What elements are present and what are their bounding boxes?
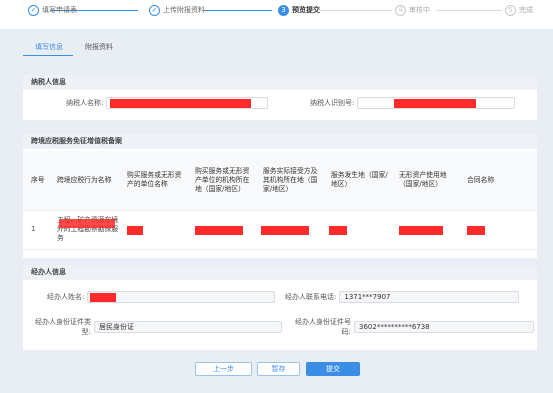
redaction-mark [467, 225, 485, 235]
filing-panel: 跨境应税服务免征增值税备案 序号 跨境应税行为名称 购买服务或无形资产的单位名称… [23, 134, 537, 258]
agent-panel: 经办人信息 经办人姓名: 经办人联系电话: 1371***7907 经办人身份证… [23, 265, 537, 350]
field-label: 纳税人名称: [66, 99, 104, 107]
filing-table: 序号 跨境应税行为名称 购买服务或无形资产的单位名称 购买服务或无形资产单位的机… [23, 151, 537, 250]
agent-phone-field[interactable]: 1371***7907 [339, 291, 520, 303]
table-cell [123, 210, 191, 250]
step-number: 3 [278, 5, 289, 16]
field-label: 经办人联系电话: [285, 293, 337, 301]
taxpayer-id-field[interactable] [357, 97, 516, 109]
agent-phone-row: 经办人联系电话: 1371***7907 [285, 291, 520, 303]
redaction-mark [127, 225, 143, 235]
redaction-mark [329, 225, 347, 235]
progress-steps: ✓ 填写申请表 ✓ 上传附报资料 3 预览提交 4 审核中 5 完成 [0, 0, 553, 30]
section-title: 跨境应税服务免征增值税备案 [23, 134, 537, 149]
step-label: 预览提交 [292, 6, 320, 14]
taxpayer-name-field[interactable] [106, 97, 269, 109]
step-label: 上传附报资料 [163, 6, 205, 14]
table-cell [463, 210, 537, 250]
step-1: ✓ 填写申请表 [28, 5, 77, 25]
redaction-mark [261, 225, 309, 235]
taxpayer-id-row: 纳税人识别号: [310, 97, 516, 109]
step-label: 填写申请表 [42, 6, 77, 14]
table-header-row: 序号 跨境应税行为名称 购买服务或无形资产的单位名称 购买服务或无形资产单位的机… [23, 151, 537, 211]
redaction-mark [59, 218, 115, 228]
redaction-mark [195, 225, 243, 235]
step-label: 审核中 [409, 6, 430, 14]
redaction-mark [90, 293, 117, 302]
column-header: 购买服务或无形资产单位的机构所在地（国家/地区） [191, 151, 259, 211]
column-header: 服务实际接受方及其机构所在地（国家/地区） [259, 151, 327, 211]
redaction-mark [110, 99, 252, 108]
redaction-mark [394, 99, 477, 108]
agent-idtype-field[interactable]: 居民身份证 [94, 321, 282, 333]
agent-idtype-row: 经办人身份证件类型: 居民身份证 [29, 317, 282, 337]
step-connector [436, 10, 502, 11]
column-header: 购买服务或无形资产的单位名称 [123, 151, 191, 211]
save-button[interactable]: 暂存 [257, 362, 300, 376]
section-title: 经办人信息 [23, 265, 537, 280]
agent-idno-row: 经办人身份证件号码: 3602**********6738 [287, 317, 534, 337]
field-label: 经办人姓名: [47, 293, 85, 301]
step-3: 3 预览提交 [278, 5, 320, 25]
step-number: 5 [505, 5, 516, 16]
column-header: 跨境应税行为名称 [53, 151, 123, 211]
field-label: 纳税人识别号: [310, 99, 355, 107]
agent-name-row: 经办人姓名: [47, 291, 276, 303]
field-label: 经办人身份证件类型: [35, 318, 91, 336]
tab-attachments[interactable]: 附报资料 [73, 40, 123, 56]
submit-button[interactable]: 提交 [306, 362, 360, 376]
taxpayer-panel: 纳税人信息 纳税人名称: 纳税人识别号: [23, 75, 537, 120]
table-cell: 工程、矿产资源在境外的工程勘察勘探服务 [53, 210, 123, 250]
step-label: 完成 [519, 6, 533, 14]
tab-fill-info[interactable]: 填写信息 [23, 40, 73, 56]
table-cell [327, 210, 395, 250]
step-2: ✓ 上传附报资料 [149, 5, 215, 25]
section-title: 纳税人信息 [23, 75, 537, 90]
agent-name-field[interactable] [87, 291, 276, 303]
table-cell [395, 210, 463, 250]
column-header: 服务发生地（国家/地区） [327, 151, 395, 211]
step-4: 4 审核中 [395, 5, 430, 25]
column-header: 无形资产使用地（国家/地区） [395, 151, 463, 211]
check-icon: ✓ [28, 5, 39, 16]
agent-idno-field[interactable]: 3602**********6738 [354, 321, 534, 333]
field-label: 经办人身份证件号码: [295, 318, 351, 336]
table-cell [259, 210, 327, 250]
column-header: 序号 [23, 151, 53, 211]
taxpayer-name-row: 纳税人名称: [66, 97, 269, 109]
table-row: 1 工程、矿产资源在境外的工程勘察勘探服务 [23, 210, 537, 250]
step-number: 4 [395, 5, 406, 16]
tab-bar: 填写信息 附报资料 [23, 40, 123, 56]
table-cell: 1 [23, 210, 53, 250]
step-5: 5 完成 [505, 5, 533, 25]
redaction-mark [399, 225, 443, 235]
check-icon: ✓ [149, 5, 160, 16]
table-cell [191, 210, 259, 250]
column-header: 合同名称 [463, 151, 537, 211]
step-connector [320, 10, 392, 11]
prev-button[interactable]: 上一步 [195, 362, 252, 376]
